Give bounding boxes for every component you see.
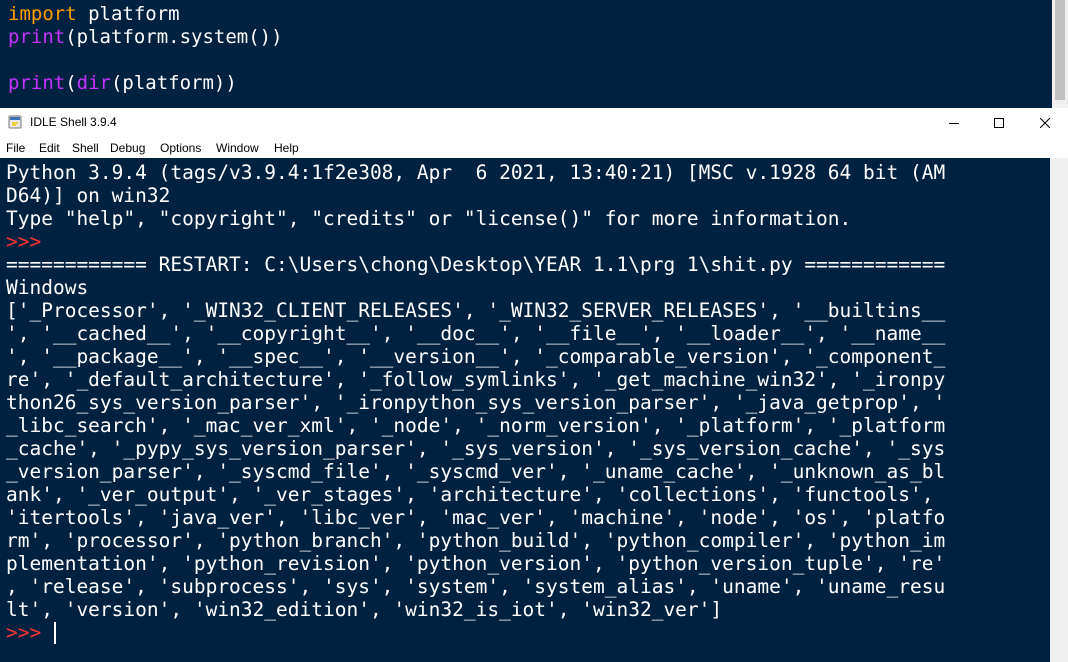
window-title: IDLE Shell 3.9.4 xyxy=(30,115,117,129)
minimize-icon xyxy=(949,122,959,124)
banner-line: Python 3.9.4 (tags/v3.9.4:1f2e308, Apr 6… xyxy=(6,161,946,184)
menu-bar: File Edit Shell Debug Options Window Hel… xyxy=(0,137,1068,157)
python-idle-icon xyxy=(8,115,22,129)
minimize-button[interactable] xyxy=(931,108,977,137)
code-text: ( xyxy=(65,72,77,94)
output-line: Windows xyxy=(6,276,89,299)
editor-code[interactable]: import platform print(platform.system())… xyxy=(8,3,283,95)
output-line: lt', 'version', 'win32_edition', 'win32_… xyxy=(6,598,723,621)
editor-scroll-thumb[interactable] xyxy=(1055,0,1065,100)
editor-pane[interactable]: import platform print(platform.system())… xyxy=(0,0,1052,108)
shell-prompt: >>> xyxy=(6,230,42,253)
menu-options[interactable]: Options xyxy=(160,141,201,155)
restart-line: ============ RESTART: C:\Users\chong\Des… xyxy=(6,253,946,276)
banner-line: D64)] on win32 xyxy=(6,184,171,207)
output-line: ank', '_ver_output', '_ver_stages', 'arc… xyxy=(6,483,934,506)
output-line: _cache', '_pypy_sys_version_parser', '_s… xyxy=(6,437,946,460)
output-line: ', '__cached__', '__copyright__', '__doc… xyxy=(6,322,946,345)
editor-scrollbar[interactable] xyxy=(1052,0,1068,108)
menu-debug[interactable]: Debug xyxy=(110,141,145,155)
code-line-1: import platform xyxy=(8,3,180,25)
output-line: _version_parser', '_syscmd_file', '_sysc… xyxy=(6,460,946,483)
builtin-dir: dir xyxy=(76,72,111,94)
keyword-import: import xyxy=(8,3,77,25)
code-text: (platform)) xyxy=(110,72,237,94)
close-icon xyxy=(1040,117,1050,128)
shell-text[interactable]: Python 3.9.4 (tags/v3.9.4:1f2e308, Apr 6… xyxy=(6,161,945,644)
maximize-icon xyxy=(994,117,1004,128)
output-line: 'itertools', 'java_ver', 'libc_ver', 'ma… xyxy=(6,506,946,529)
maximize-button[interactable] xyxy=(976,108,1022,137)
output-line: ['_Processor', '_WIN32_CLIENT_RELEASES',… xyxy=(6,299,946,322)
close-button[interactable] xyxy=(1022,108,1068,137)
banner-line: Type "help", "copyright", "credits" or "… xyxy=(6,207,852,230)
menu-window[interactable]: Window xyxy=(216,141,259,155)
code-text: (platform.system()) xyxy=(65,26,283,48)
title-bar[interactable]: IDLE Shell 3.9.4 xyxy=(0,108,1068,137)
shell-output[interactable]: Python 3.9.4 (tags/v3.9.4:1f2e308, Apr 6… xyxy=(0,158,1050,662)
idle-shell-window: IDLE Shell 3.9.4 File Edit Shell Debug O… xyxy=(0,108,1068,662)
builtin-print: print xyxy=(8,72,66,94)
menu-shell[interactable]: Shell xyxy=(72,141,99,155)
output-line: thon26_sys_version_parser', '_ironpython… xyxy=(6,391,946,414)
menu-help[interactable]: Help xyxy=(274,141,299,155)
menu-file[interactable]: File xyxy=(6,141,25,155)
menu-edit[interactable]: Edit xyxy=(39,141,60,155)
output-line: re', '_default_architecture', '_follow_s… xyxy=(6,368,946,391)
text-cursor xyxy=(53,622,56,644)
output-line: rm', 'processor', 'python_branch', 'pyth… xyxy=(6,529,946,552)
code-text: platform xyxy=(76,3,180,25)
output-line: plementation', 'python_revision', 'pytho… xyxy=(6,552,946,575)
code-line-2: print(platform.system()) xyxy=(8,26,283,48)
output-line: ', '__package__', '__spec__', '__version… xyxy=(6,345,946,368)
output-line: , 'release', 'subprocess', 'sys', 'syste… xyxy=(6,575,946,598)
builtin-print: print xyxy=(8,26,66,48)
shell-prompt: >>> xyxy=(6,621,42,644)
code-line-4: print(dir(platform)) xyxy=(8,72,237,94)
output-line: _libc_search', '_mac_ver_xml', '_node', … xyxy=(6,414,946,437)
shell-scrollbar[interactable] xyxy=(1050,158,1068,662)
